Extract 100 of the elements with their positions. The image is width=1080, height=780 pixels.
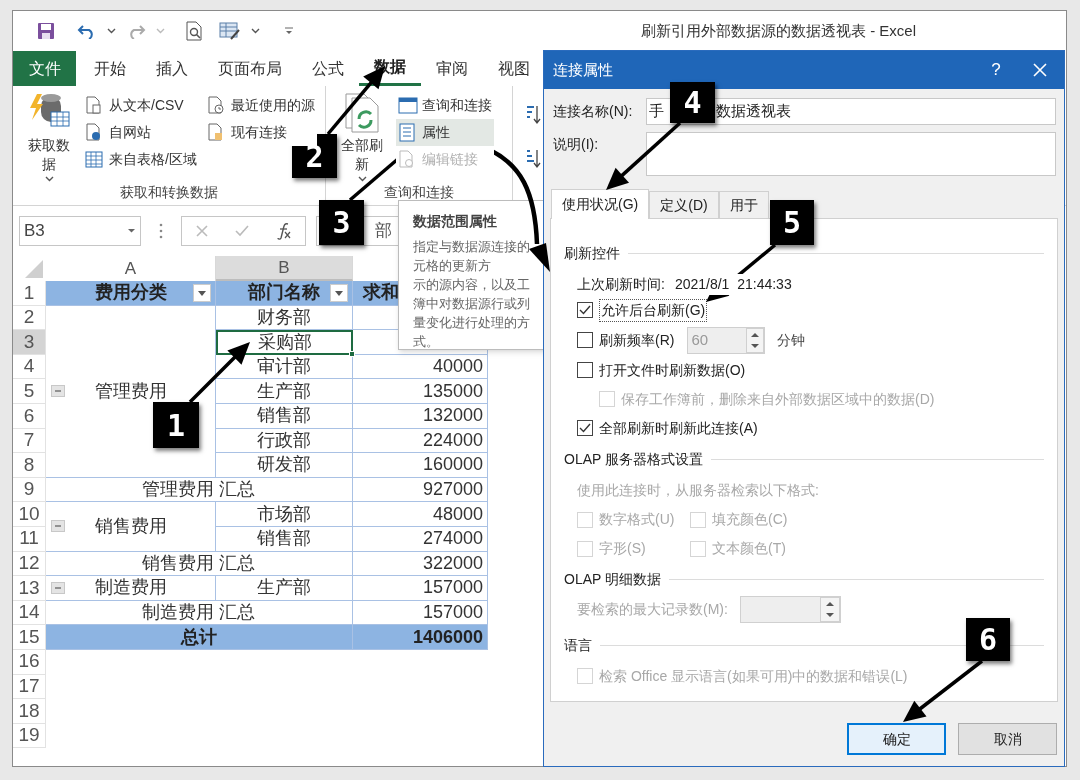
table-cell: 160000 bbox=[353, 453, 488, 478]
field-label: 连接名称(N): bbox=[552, 101, 634, 121]
ribbon-tab[interactable]: 页面布局 bbox=[203, 51, 297, 86]
checkbox[interactable]: 打开文件时刷新数据(O) bbox=[577, 359, 746, 381]
caret-icon[interactable] bbox=[44, 176, 54, 182]
row-header[interactable]: 4 bbox=[13, 354, 46, 380]
category-label: 管理费用 bbox=[94, 379, 168, 403]
input-field[interactable] bbox=[646, 132, 1056, 176]
row-header[interactable]: 3 bbox=[13, 330, 46, 355]
row-header[interactable]: 12 bbox=[13, 551, 46, 577]
checkbox[interactable]: 刷新频率(R) bbox=[577, 329, 675, 351]
subtotal-cell: 制造费用 汇总 bbox=[46, 600, 353, 626]
row-header[interactable]: 6 bbox=[13, 403, 46, 429]
row-header[interactable]: 13 bbox=[13, 576, 46, 601]
row-header[interactable]: 8 bbox=[13, 453, 46, 478]
table-cell: 322000 bbox=[353, 551, 488, 577]
collapse-button[interactable] bbox=[51, 385, 65, 398]
check-icon bbox=[579, 423, 591, 433]
unit-label: 分钟 bbox=[777, 330, 806, 350]
more-icon[interactable] bbox=[159, 222, 163, 239]
row-header[interactable]: 1 bbox=[13, 281, 46, 306]
caret-icon bbox=[198, 290, 206, 296]
category-label: 销售费用 bbox=[94, 514, 168, 538]
row-header[interactable]: 17 bbox=[13, 674, 46, 700]
ribbon-item[interactable]: 属性 bbox=[396, 119, 494, 146]
row-header[interactable]: 19 bbox=[13, 723, 46, 749]
ribbon-button[interactable]: 全部刷新 bbox=[334, 92, 390, 182]
header-text: 部门名称 bbox=[248, 281, 320, 305]
window-icon bbox=[398, 96, 418, 115]
tab[interactable]: 定义(D) bbox=[649, 191, 719, 218]
column-header[interactable]: B bbox=[216, 256, 353, 281]
row-header[interactable]: 18 bbox=[13, 699, 46, 724]
name-box[interactable]: B3 bbox=[19, 215, 141, 246]
caret-icon[interactable] bbox=[357, 176, 367, 182]
caret-icon bbox=[335, 290, 343, 296]
caret-icon[interactable] bbox=[251, 28, 260, 34]
sort-icon[interactable] bbox=[525, 104, 541, 126]
note-text: 使用此连接时，从服务器检索以下格式: bbox=[577, 481, 820, 500]
filter-button[interactable] bbox=[193, 284, 211, 302]
arrow bbox=[188, 342, 250, 404]
list-icon bbox=[398, 123, 418, 142]
cell-text: 生产部 bbox=[257, 379, 311, 403]
section-heading: OLAP 明细数据 bbox=[564, 570, 661, 589]
row-header[interactable]: 11 bbox=[13, 526, 46, 552]
function-icon[interactable] bbox=[276, 221, 293, 240]
group-label: 查询和连接 bbox=[383, 183, 455, 202]
row-header[interactable]: 15 bbox=[13, 625, 46, 650]
help-button[interactable]: ? bbox=[976, 57, 1016, 83]
cell-text: 研发部 bbox=[257, 453, 311, 477]
sort-icon[interactable] bbox=[525, 148, 541, 170]
check-icon[interactable] bbox=[234, 223, 251, 238]
subtotal-cell: 销售费用 汇总 bbox=[46, 551, 353, 577]
ribbon-tab[interactable]: 开始 bbox=[79, 51, 141, 86]
table-cell: 48000 bbox=[353, 502, 488, 527]
customize-icon[interactable] bbox=[284, 26, 294, 36]
step-marker: 3 bbox=[319, 200, 364, 245]
table-cell: 40000 bbox=[353, 354, 488, 380]
filter-button[interactable] bbox=[330, 284, 348, 302]
caret-icon bbox=[127, 227, 136, 234]
save-icon[interactable] bbox=[37, 22, 55, 40]
ribbon-button[interactable]: 获取数据 bbox=[21, 92, 77, 182]
row-header[interactable]: 2 bbox=[13, 305, 46, 331]
dialog-button[interactable]: 确定 bbox=[847, 723, 946, 755]
section-heading: 刷新控件 bbox=[564, 244, 620, 263]
row-header[interactable]: 9 bbox=[13, 477, 46, 503]
tab[interactable]: 用于 bbox=[718, 191, 769, 218]
table-cell: 132000 bbox=[353, 403, 488, 429]
cell-text: 销售部 bbox=[257, 404, 311, 428]
window-title: 刷新引用外部数据源的数据透视表 - Excel bbox=[641, 20, 916, 41]
fill-handle[interactable] bbox=[349, 350, 355, 357]
timestamp: 2021/8/1 21:44:33 bbox=[674, 274, 792, 295]
cell-text: 市场部 bbox=[257, 502, 311, 526]
dialog-button[interactable]: 取消 bbox=[958, 723, 1057, 755]
ribbon-tab[interactable]: 审阅 bbox=[421, 51, 483, 86]
row-header[interactable]: 10 bbox=[13, 502, 46, 527]
check-icon bbox=[579, 305, 591, 315]
form-icon[interactable] bbox=[219, 21, 241, 41]
row-header[interactable]: 7 bbox=[13, 428, 46, 454]
row-header[interactable]: 14 bbox=[13, 600, 46, 626]
spin-arrows-icon bbox=[819, 597, 840, 622]
collapse-button[interactable] bbox=[51, 520, 65, 533]
tab[interactable]: 使用状况(G) bbox=[551, 189, 650, 219]
recent-file-icon bbox=[206, 96, 227, 115]
row-header[interactable]: 5 bbox=[13, 379, 46, 404]
print-preview-icon[interactable] bbox=[185, 21, 203, 41]
checkbox[interactable]: 全部刷新时刷新此连接(A) bbox=[577, 417, 758, 439]
ribbon-tab[interactable]: 插入 bbox=[141, 51, 203, 86]
file-tab[interactable]: 文件 bbox=[13, 51, 76, 86]
row-header[interactable]: 16 bbox=[13, 649, 46, 675]
step-marker: 6 bbox=[966, 618, 1010, 661]
ribbon-tab[interactable]: 公式 bbox=[297, 51, 359, 86]
cell-text: 行政部 bbox=[257, 428, 311, 452]
subtotal-cell: 管理费用 汇总 bbox=[46, 477, 353, 503]
caret-icon[interactable] bbox=[107, 28, 116, 34]
close-icon bbox=[1033, 63, 1047, 77]
step-marker: 1 bbox=[153, 402, 199, 448]
table-cell: 224000 bbox=[353, 428, 488, 454]
table-cell: 157000 bbox=[353, 600, 488, 626]
ribbon-tab[interactable]: 视图 bbox=[483, 51, 545, 86]
collapse-button[interactable] bbox=[51, 581, 65, 594]
